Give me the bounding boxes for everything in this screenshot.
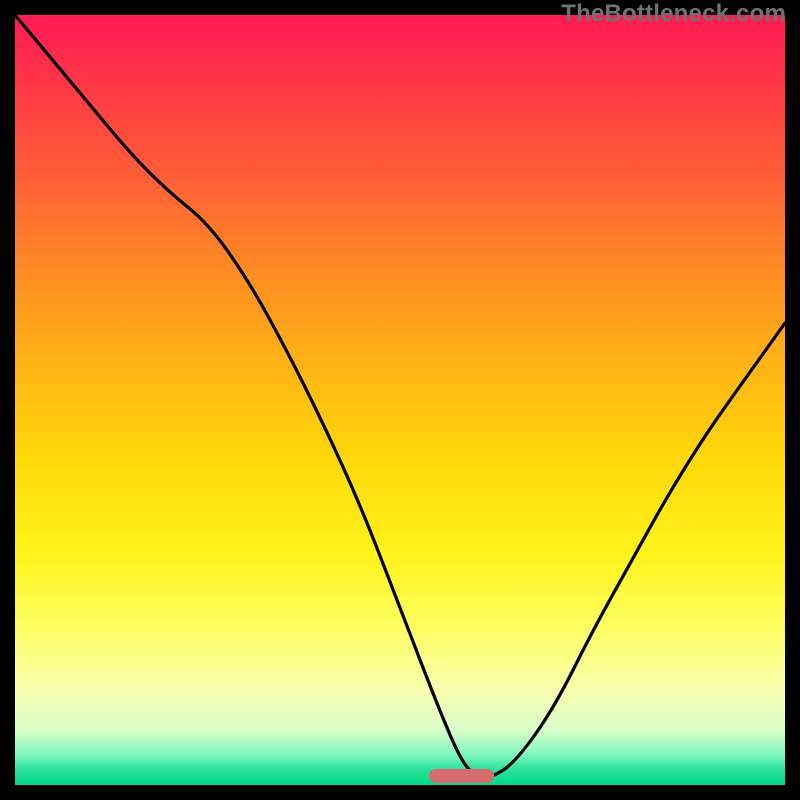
- chart-frame: TheBottleneck.com: [0, 0, 800, 800]
- bottleneck-curve: [15, 15, 785, 785]
- plot-area: [15, 15, 785, 785]
- curve-path: [15, 15, 785, 777]
- watermark-text: TheBottleneck.com: [561, 0, 786, 28]
- optimal-range-marker: [429, 769, 495, 783]
